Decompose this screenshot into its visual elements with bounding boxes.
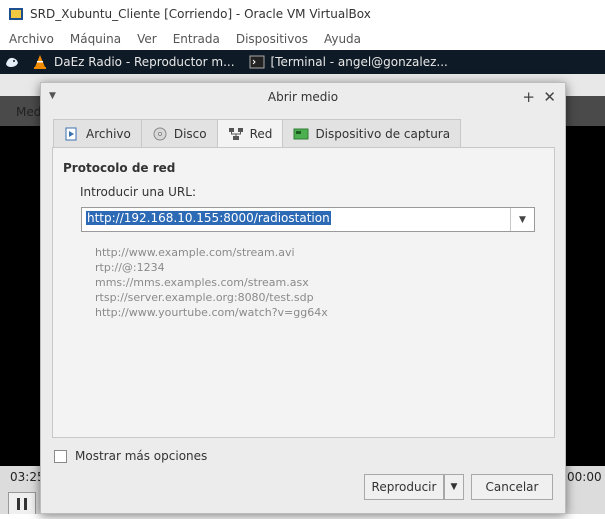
open-media-dialog: ▼ Abrir medio + ✕ Archivo Disco Red Disp… bbox=[40, 82, 566, 514]
more-options-label: Mostrar más opciones bbox=[75, 449, 208, 463]
url-label: Introducir una URL: bbox=[80, 185, 196, 199]
tab-bar: Archivo Disco Red Dispositivo de captura bbox=[53, 119, 462, 148]
example-url: http://www.yourtube.com/watch?v=gg64x bbox=[95, 306, 328, 319]
capture-card-icon bbox=[293, 128, 309, 139]
file-play-icon bbox=[65, 127, 77, 140]
time-total: 00:00 bbox=[567, 470, 602, 484]
tab-label: Red bbox=[249, 127, 273, 141]
more-options-checkbox[interactable] bbox=[54, 449, 67, 463]
url-input[interactable]: http://192.168.10.155:8000/radiostation bbox=[82, 208, 510, 231]
virtualbox-titlebar: SRD_Xubuntu_Cliente [Corriendo] - Oracle… bbox=[0, 0, 605, 28]
vlc-menu-media[interactable]: Med bbox=[16, 105, 41, 119]
vlc-cone-icon bbox=[34, 55, 46, 69]
section-title: Protocolo de red bbox=[63, 161, 176, 175]
cancel-button-label: Cancelar bbox=[485, 480, 539, 494]
taskbar-item-label: [Terminal - angel@gonzalez... bbox=[270, 55, 448, 69]
window-menu-icon[interactable]: ▼ bbox=[49, 91, 56, 101]
play-button[interactable]: Reproducir bbox=[364, 474, 444, 500]
dialog-title: Abrir medio bbox=[267, 90, 339, 104]
close-icon[interactable]: ✕ bbox=[543, 88, 556, 106]
url-examples: http://www.example.com/stream.avi rtp://… bbox=[95, 245, 328, 320]
virtualbox-icon bbox=[9, 8, 23, 20]
chevron-down-icon[interactable]: ▼ bbox=[510, 208, 534, 231]
menu-ver[interactable]: Ver bbox=[137, 32, 157, 46]
tab-disco[interactable]: Disco bbox=[140, 119, 218, 147]
disc-icon bbox=[153, 127, 167, 140]
play-options-dropdown[interactable]: ▼ bbox=[444, 474, 464, 500]
dialog-titlebar: ▼ Abrir medio + ✕ bbox=[41, 83, 565, 111]
tab-red[interactable]: Red bbox=[216, 119, 284, 148]
cancel-button[interactable]: Cancelar bbox=[471, 474, 553, 500]
taskbar-item-label: DaEz Radio - Reproductor m... bbox=[54, 55, 235, 69]
maximize-icon[interactable]: + bbox=[522, 88, 535, 106]
window-title: SRD_Xubuntu_Cliente [Corriendo] - Oracle… bbox=[30, 7, 371, 21]
network-tab-panel: Protocolo de red Introducir una URL: htt… bbox=[52, 147, 555, 438]
example-url: http://www.example.com/stream.avi bbox=[95, 246, 295, 259]
url-combobox[interactable]: http://192.168.10.155:8000/radiostation … bbox=[81, 207, 535, 232]
pause-icon bbox=[17, 498, 20, 510]
xfce-top-panel: DaEz Radio - Reproductor m... [Terminal … bbox=[0, 50, 605, 74]
more-options-toggle[interactable]: Mostrar más opciones bbox=[54, 449, 207, 463]
example-url: rtp://@:1234 bbox=[95, 261, 165, 274]
menu-maquina[interactable]: Máquina bbox=[70, 32, 121, 46]
tab-label: Disco bbox=[173, 126, 207, 141]
menu-entrada[interactable]: Entrada bbox=[173, 32, 220, 46]
network-icon bbox=[228, 128, 243, 140]
xfce-mouse-icon bbox=[6, 57, 18, 67]
menu-ayuda[interactable]: Ayuda bbox=[324, 32, 361, 46]
tab-archivo[interactable]: Archivo bbox=[53, 119, 142, 147]
terminal-icon bbox=[249, 55, 265, 69]
example-url: mms://mms.examples.com/stream.asx bbox=[95, 276, 309, 289]
tab-label: Archivo bbox=[86, 126, 131, 141]
taskbar-item-terminal[interactable]: [Terminal - angel@gonzalez... bbox=[249, 54, 448, 70]
tab-dispositivo-captura[interactable]: Dispositivo de captura bbox=[282, 119, 462, 147]
whisker-menu-button[interactable] bbox=[0, 50, 24, 74]
chevron-down-icon: ▼ bbox=[450, 482, 458, 492]
pause-button[interactable] bbox=[8, 492, 36, 516]
taskbar-item-vlc[interactable]: DaEz Radio - Reproductor m... bbox=[32, 54, 235, 70]
url-value: http://192.168.10.155:8000/radiostation bbox=[86, 211, 331, 225]
tab-label: Dispositivo de captura bbox=[315, 126, 451, 141]
example-url: rtsp://server.example.org:8080/test.sdp bbox=[95, 291, 314, 304]
play-button-label: Reproducir bbox=[371, 480, 437, 494]
virtualbox-menubar: Archivo Máquina Ver Entrada Dispositivos… bbox=[0, 28, 605, 50]
menu-dispositivos[interactable]: Dispositivos bbox=[236, 32, 308, 46]
menu-archivo[interactable]: Archivo bbox=[9, 32, 54, 46]
